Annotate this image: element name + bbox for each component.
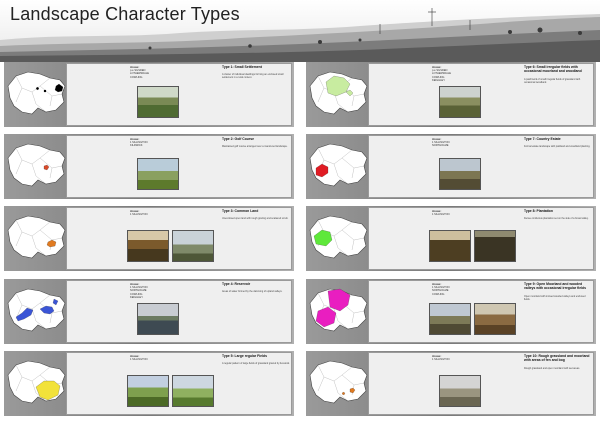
borough-outline: [309, 143, 368, 187]
type-description: A cluster of individual dwellings formin…: [222, 73, 284, 80]
type-card: Areas: 1 SILLINGTON NORTHOLME COWLING KEI…: [66, 280, 292, 343]
type-description: Maintained golf course arranged over a m…: [222, 145, 288, 148]
page-title: Landscape Character Types: [10, 4, 240, 24]
panel-type8: Areas: 1 SILLINGTON Type 8: Plantation Dens…: [306, 206, 596, 271]
borough-outline: [7, 360, 66, 404]
areas-list: Areas: 1 SILLINGTON: [432, 354, 480, 362]
areas-values: 1 SILLINGTON: [432, 213, 450, 217]
panel-type10: Areas: 1 SILLINGTON Type 10: Rough grassla…: [306, 351, 596, 416]
type-card: Areas: 1 SILLINGTON Type 3: Common Land Une…: [66, 207, 292, 270]
landscape-photo: [172, 230, 214, 262]
borough-map: [7, 215, 66, 259]
borough-outline: [7, 215, 66, 259]
landscape-photo: [137, 303, 179, 335]
areas-values: 1 SILLINGTON: [130, 358, 148, 362]
borough-outline: [7, 143, 66, 187]
panel-type7: Areas: 1 SILLINGTON NORTHOLME Type 7: Coun…: [306, 134, 596, 199]
landscape-photo: [439, 158, 481, 190]
type-description: Rough grassland and open moorland with w…: [524, 367, 580, 370]
borough-map: [7, 71, 66, 115]
type-title: Type 4: Reservoir: [222, 282, 251, 286]
areas-values: 1 SILLINGTON NORTHOLME COWLING: [432, 286, 450, 296]
areas-values: 1 SILLINGTON: [130, 213, 148, 217]
areas-values: 1 SILLINGTON NORTHOLME: [432, 141, 450, 148]
areas-list: Areas: 1 SILLINGTON: [130, 354, 178, 362]
borough-map: [309, 143, 368, 187]
landscape-photo: [439, 86, 481, 118]
areas-list: Areas: 1 SILLINGTON: [432, 209, 480, 217]
type-title: Type 6: Small irregular fields with occa…: [524, 65, 582, 73]
type-card: Areas: 1 SILLINGTON KILDWICK Type 2: Golf …: [66, 135, 292, 198]
type-description: Formal estate landscape with parkland an…: [524, 145, 591, 148]
areas-list: Areas: 1 SILLINGTON NORTHOLME COWLING: [432, 282, 480, 296]
areas-list: Areas: 1 SILLINGTON NORTHOLME: [432, 137, 480, 148]
landscape-photo: [127, 230, 169, 262]
borough-outline: [7, 71, 66, 115]
borough-map: [309, 360, 368, 404]
type-title: Type 8: Plantation: [524, 209, 553, 213]
areas-list: Areas: 1 SILLINGTON NORTHOLME COWLING KEI…: [130, 282, 178, 299]
type-card: Areas: 1 SILLINGTON Type 5: Large regular …: [66, 352, 292, 415]
landscape-photo: [137, 86, 179, 118]
areas-values: 1 SILLINGTON KILDWICK: [130, 141, 148, 148]
type-description: Unenclosed open land with rough grazing …: [222, 217, 289, 220]
panel-type4: Areas: 1 SILLINGTON NORTHOLME COWLING KEI…: [4, 279, 294, 344]
landscape-photo: [474, 303, 516, 335]
type-card: Areas: p.e SILSDEN LOTHERSDALE COWLING KE…: [368, 63, 594, 126]
borough-map: [7, 143, 66, 187]
panel-type1: Areas: p.e SILSDEN LOTHERSDALE COWLING Typ…: [4, 62, 294, 127]
areas-values: p.e SILSDEN LOTHERSDALE COWLING: [130, 69, 150, 79]
type-title: Type 2: Golf Course: [222, 137, 254, 141]
type-description: A patchwork of small irregular fields of…: [524, 78, 581, 85]
areas-list: Areas: 1 SILLINGTON: [130, 209, 178, 217]
type-card: Areas: 1 SILLINGTON NORTHOLME COWLING Type…: [368, 280, 594, 343]
borough-map: [309, 288, 368, 332]
landscape-photo: [172, 375, 214, 407]
borough-outline: [309, 360, 368, 404]
areas-values: p.e SILSDEN LOTHERSDALE COWLING KEIGHLEY: [432, 69, 452, 82]
type-title: Type 1: Small Settlement: [222, 65, 262, 69]
panel-type3: Areas: 1 SILLINGTON Type 3: Common Land Une…: [4, 206, 294, 271]
areas-list: Areas: p.e SILSDEN LOTHERSDALE COWLING: [130, 65, 178, 79]
borough-map: [309, 71, 368, 115]
areas-list: Areas: 1 SILLINGTON KILDWICK: [130, 137, 178, 148]
header-banner: Landscape Character Types: [0, 0, 600, 62]
panel-type9: Areas: 1 SILLINGTON NORTHOLME COWLING Type…: [306, 279, 596, 344]
type-description: Areas of water formed by the damming of …: [222, 290, 283, 293]
type-description: Dense coniferous plantation set on the s…: [524, 217, 589, 220]
landscape-photo: [439, 375, 481, 407]
type-card: Areas: 1 SILLINGTON Type 8: Plantation Dens…: [368, 207, 594, 270]
type-title: Type 7: Country Estate: [524, 137, 561, 141]
borough-map: [7, 288, 66, 332]
landscape-photo: [429, 303, 471, 335]
panel-type6: Areas: p.e SILSDEN LOTHERSDALE COWLING KE…: [306, 62, 596, 127]
areas-values: 1 SILLINGTON NORTHOLME COWLING KEIGHLEY: [130, 286, 148, 299]
type-description: A regular pattern of large fields of gra…: [222, 362, 290, 365]
borough-outline: [7, 288, 66, 332]
landscape-photo: [127, 375, 169, 407]
type-title: Type 10: Rough grassland and moorland wi…: [524, 354, 590, 362]
areas-list: Areas: p.e SILSDEN LOTHERSDALE COWLING KE…: [432, 65, 480, 82]
type-card: Areas: p.e SILSDEN LOTHERSDALE COWLING Typ…: [66, 63, 292, 126]
areas-values: 1 SILLINGTON: [432, 358, 450, 362]
panel-type5: Areas: 1 SILLINGTON Type 5: Large regular …: [4, 351, 294, 416]
borough-map: [309, 215, 368, 259]
type-title: Type 5: Large regular Fields: [222, 354, 267, 358]
landscape-photo: [137, 158, 179, 190]
landscape-photo: [429, 230, 471, 262]
type-card: Areas: 1 SILLINGTON Type 10: Rough grassla…: [368, 352, 594, 415]
type-description: Open moorland with incised wooded valley…: [524, 295, 586, 302]
type-card: Areas: 1 SILLINGTON NORTHOLME Type 7: Coun…: [368, 135, 594, 198]
borough-map: [7, 360, 66, 404]
landscape-photo: [474, 230, 516, 262]
type-title: Type 3: Common Land: [222, 209, 259, 213]
panel-type2: Areas: 1 SILLINGTON KILDWICK Type 2: Golf …: [4, 134, 294, 199]
type-title: Type 9: Open Moorland and wooded valleys…: [524, 282, 586, 290]
